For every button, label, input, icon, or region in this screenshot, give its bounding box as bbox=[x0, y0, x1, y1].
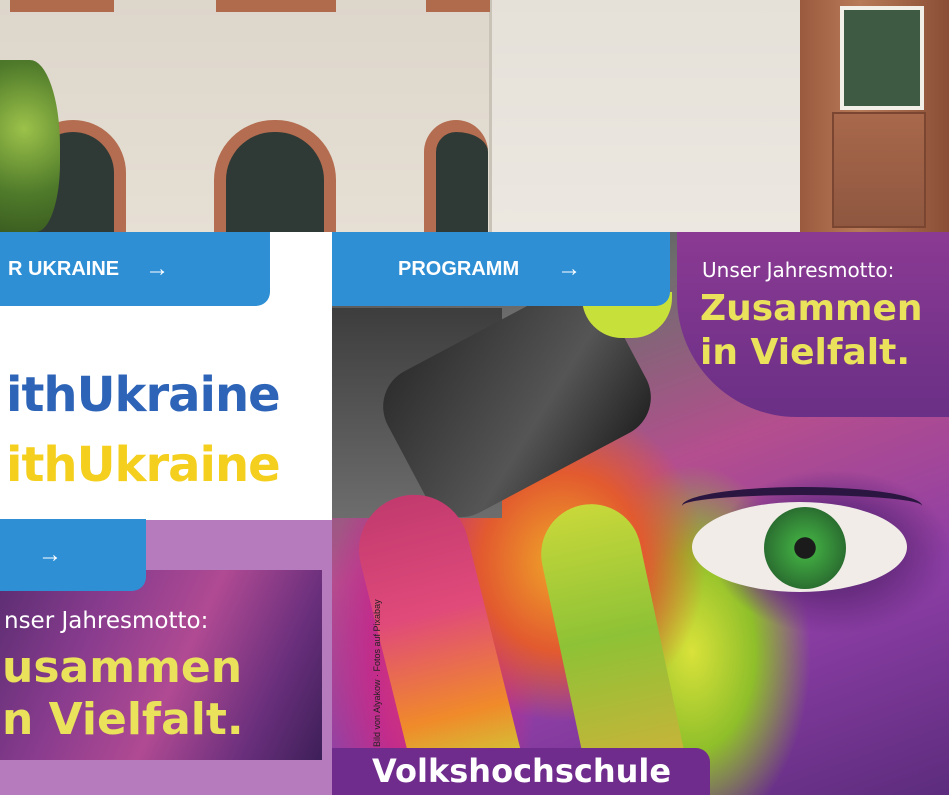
building-photo bbox=[0, 0, 949, 232]
ukraine-link-button[interactable]: R UKRAINE → bbox=[0, 232, 270, 306]
arrow-right-icon: → bbox=[557, 255, 582, 282]
programm-button[interactable]: PROGRAMM → bbox=[332, 232, 670, 306]
window-lintel bbox=[216, 0, 336, 12]
left-motto-subtitle: nser Jahresmotto: bbox=[4, 608, 209, 634]
left-motto-line-2: n Vielfalt. bbox=[2, 694, 244, 745]
right-motto-subtitle: Unser Jahresmotto: bbox=[702, 258, 895, 282]
hashtag-line-yellow: ithUkraine bbox=[6, 437, 281, 493]
window-lintel bbox=[426, 0, 490, 12]
right-motto-line-2: in Vielfalt. bbox=[700, 332, 911, 373]
left-poster-arrow-button[interactable]: → bbox=[0, 519, 146, 591]
upper-window bbox=[840, 6, 924, 110]
volkshochschule-label: Volkshochschule bbox=[372, 752, 672, 790]
left-poster: R UKRAINE → ithUkraine ithUkraine → nser… bbox=[0, 232, 332, 795]
arched-window bbox=[214, 120, 336, 232]
right-motto-line-1: Zusammen bbox=[700, 288, 923, 329]
building-seam bbox=[489, 0, 492, 232]
arrow-right-icon: → bbox=[38, 541, 62, 568]
tree bbox=[0, 60, 60, 232]
eye-lash bbox=[682, 487, 922, 525]
volkshochschule-banner[interactable]: Volkshochschule bbox=[332, 748, 710, 795]
arched-window bbox=[424, 120, 488, 232]
window-lintel bbox=[10, 0, 114, 12]
programm-label: PROGRAMM bbox=[398, 257, 520, 280]
hashtag-line-blue: ithUkraine bbox=[6, 367, 281, 423]
right-poster: PROGRAMM → Unser Jahresmotto: Zusammen i… bbox=[332, 232, 949, 795]
left-motto-line-1: usammen bbox=[2, 642, 243, 693]
stone-relief bbox=[832, 112, 926, 228]
building-wall-right bbox=[492, 0, 802, 232]
arrow-right-icon: → bbox=[145, 255, 170, 282]
photo-credit: Bild von Alyakow · Fotos auf Pixabay bbox=[372, 599, 382, 747]
ukraine-link-label: R UKRAINE bbox=[8, 257, 120, 280]
